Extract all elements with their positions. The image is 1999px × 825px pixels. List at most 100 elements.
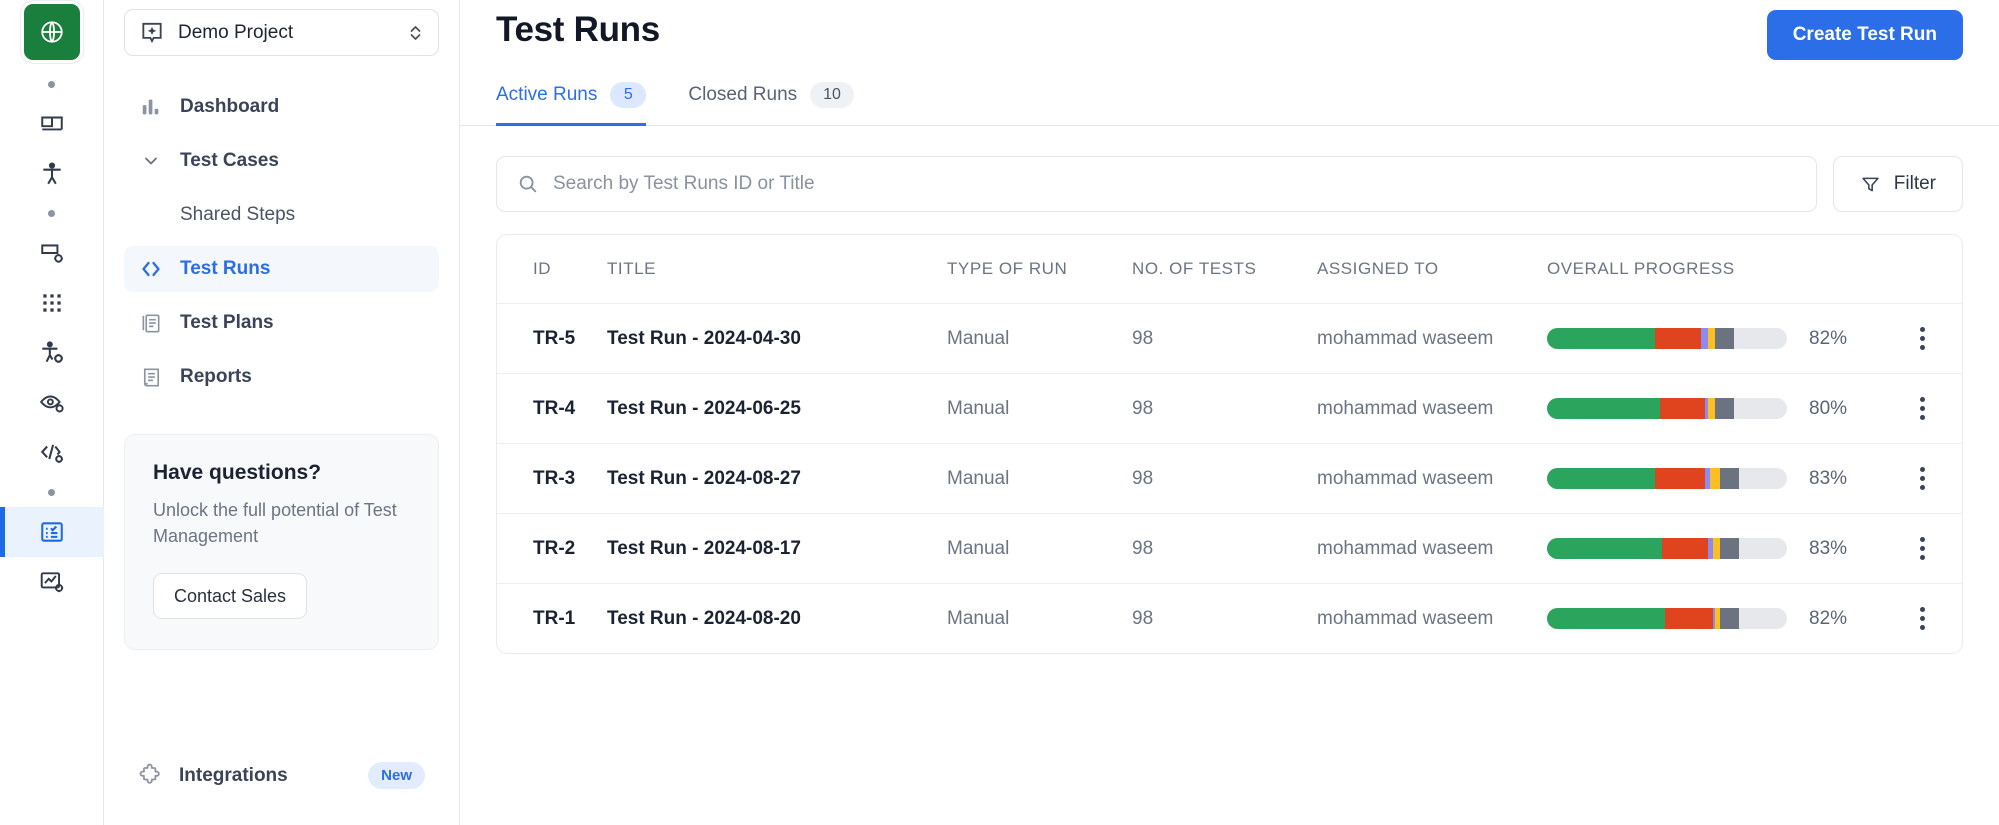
project-name-label: Demo Project: [178, 22, 394, 44]
cell-assigned-to: mohammad waseem: [1317, 304, 1547, 374]
cell-run-type: Manual: [947, 374, 1132, 444]
cell-row-actions: [1882, 514, 1962, 584]
sidebar-item-label: Test Runs: [180, 258, 270, 280]
tab-label: Closed Runs: [688, 84, 797, 106]
window-settings-icon[interactable]: [0, 228, 104, 278]
progress-segment-passed: [1547, 608, 1665, 629]
table-header-row: ID TITLE TYPE OF RUN NO. OF TESTS ASSIGN…: [497, 235, 1962, 304]
progress-segment-failed: [1655, 468, 1705, 489]
table-row[interactable]: TR-1Test Run - 2024-08-20Manual98mohamma…: [497, 584, 1962, 654]
bar-chart-icon: [138, 96, 164, 118]
progress-segment-skipped: [1710, 468, 1720, 489]
progress-bar: [1547, 538, 1787, 559]
cell-overall-progress: 83%: [1547, 514, 1882, 584]
person-settings-icon[interactable]: [0, 328, 104, 378]
table-row[interactable]: TR-3Test Run - 2024-08-27Manual98mohamma…: [497, 444, 1962, 514]
globe-logo-icon[interactable]: [24, 4, 80, 60]
column-header-type[interactable]: TYPE OF RUN: [947, 235, 1132, 304]
sidebar-item-test-runs[interactable]: Test Runs: [124, 246, 439, 292]
test-runs-table: ID TITLE TYPE OF RUN NO. OF TESTS ASSIGN…: [496, 234, 1963, 654]
dot-separator-3: [48, 489, 55, 496]
sidebar-item-test-cases[interactable]: Test Cases: [124, 138, 439, 184]
integrations-new-badge: New: [368, 762, 425, 789]
cell-run-title: Test Run - 2024-06-25: [607, 374, 947, 444]
progress-segment-failed: [1665, 608, 1713, 629]
sidebar-item-dashboard[interactable]: Dashboard: [124, 84, 439, 130]
column-header-progress[interactable]: OVERALL PROGRESS: [1547, 235, 1882, 304]
filter-button[interactable]: Filter: [1833, 156, 1963, 212]
progress-segment-blocked: [1720, 538, 1739, 559]
sidebar-item-label: Test Plans: [180, 312, 274, 334]
tab-bar: Active Runs 5 Closed Runs 10: [496, 82, 1963, 125]
cell-test-count: 98: [1132, 304, 1317, 374]
table-row[interactable]: TR-5Test Run - 2024-04-30Manual98mohamma…: [497, 304, 1962, 374]
progress-bar: [1547, 398, 1787, 419]
sidebar-item-integrations[interactable]: Integrations New: [124, 762, 439, 789]
document-report-icon: [138, 366, 164, 389]
cell-run-id: TR-3: [497, 444, 607, 514]
kebab-menu-icon[interactable]: [1882, 607, 1962, 630]
cell-test-count: 98: [1132, 584, 1317, 654]
dot-separator-2: [48, 210, 55, 217]
page-title: Test Runs: [496, 10, 660, 50]
progress-segment-skipped: [1708, 328, 1715, 349]
project-selector[interactable]: Demo Project: [124, 9, 439, 56]
cell-run-type: Manual: [947, 514, 1132, 584]
sidebar-item-label: Test Cases: [180, 150, 279, 172]
progress-bar: [1547, 328, 1787, 349]
sidebar-item-test-plans[interactable]: Test Plans: [124, 300, 439, 346]
sidebar-item-shared-steps[interactable]: Shared Steps: [124, 192, 439, 238]
kebab-menu-icon[interactable]: [1882, 327, 1962, 350]
search-input[interactable]: [553, 173, 1796, 195]
sidebar-nav: Dashboard Test Cases Shared Steps Test R…: [124, 84, 439, 408]
kebab-menu-icon[interactable]: [1882, 467, 1962, 490]
progress-segment-blocked: [1715, 398, 1734, 419]
promo-card: Have questions? Unlock the full potentia…: [124, 434, 439, 650]
code-settings-icon[interactable]: [0, 428, 104, 478]
cell-run-title: Test Run - 2024-08-17: [607, 514, 947, 584]
progress-segment-blocked: [1720, 468, 1739, 489]
chevron-down-icon: [138, 151, 164, 171]
column-header-tests[interactable]: NO. OF TESTS: [1132, 235, 1317, 304]
cell-run-id: TR-5: [497, 304, 607, 374]
search-icon: [517, 173, 539, 195]
promo-title: Have questions?: [153, 461, 410, 485]
tab-closed-runs[interactable]: Closed Runs 10: [688, 82, 854, 125]
sidebar-item-reports[interactable]: Reports: [124, 354, 439, 400]
contact-sales-button[interactable]: Contact Sales: [153, 573, 307, 619]
kebab-menu-icon[interactable]: [1882, 537, 1962, 560]
cell-run-id: TR-4: [497, 374, 607, 444]
kebab-menu-icon[interactable]: [1882, 397, 1962, 420]
page-header: Test Runs Create Test Run Active Runs 5 …: [460, 0, 1999, 126]
test-checklist-icon[interactable]: [0, 507, 104, 557]
column-header-actions: [1882, 235, 1962, 304]
tab-count-badge: 5: [610, 82, 646, 108]
table-row[interactable]: TR-4Test Run - 2024-06-25Manual98mohamma…: [497, 374, 1962, 444]
tab-active-runs[interactable]: Active Runs 5: [496, 82, 646, 125]
chevron-up-down-icon[interactable]: [407, 22, 424, 44]
column-header-title[interactable]: TITLE: [607, 235, 947, 304]
grid-dots-icon[interactable]: [0, 278, 104, 328]
sidebar-item-label: Reports: [180, 366, 252, 388]
main-content: Test Runs Create Test Run Active Runs 5 …: [460, 0, 1999, 825]
browser-window-icon[interactable]: [0, 99, 104, 149]
column-header-id[interactable]: ID: [497, 235, 607, 304]
progress-segment-passed: [1547, 468, 1655, 489]
table-row[interactable]: TR-2Test Run - 2024-08-17Manual98mohamma…: [497, 514, 1962, 584]
table-toolbar: Filter: [496, 156, 1963, 212]
progress-segment-blocked: [1720, 608, 1739, 629]
cell-assigned-to: mohammad waseem: [1317, 514, 1547, 584]
create-test-run-button[interactable]: Create Test Run: [1767, 10, 1963, 60]
cell-row-actions: [1882, 374, 1962, 444]
accessibility-person-icon[interactable]: [0, 149, 104, 199]
table-body: TR-5Test Run - 2024-04-30Manual98mohamma…: [497, 304, 1962, 654]
search-box[interactable]: [496, 156, 1817, 212]
column-header-assigned[interactable]: ASSIGNED TO: [1317, 235, 1547, 304]
report-settings-icon[interactable]: [0, 557, 104, 607]
progress-segment-retest: [1701, 328, 1708, 349]
cell-row-actions: [1882, 304, 1962, 374]
progress-segment-passed: [1547, 398, 1660, 419]
cell-run-title: Test Run - 2024-04-30: [607, 304, 947, 374]
cell-row-actions: [1882, 584, 1962, 654]
eye-settings-icon[interactable]: [0, 378, 104, 428]
